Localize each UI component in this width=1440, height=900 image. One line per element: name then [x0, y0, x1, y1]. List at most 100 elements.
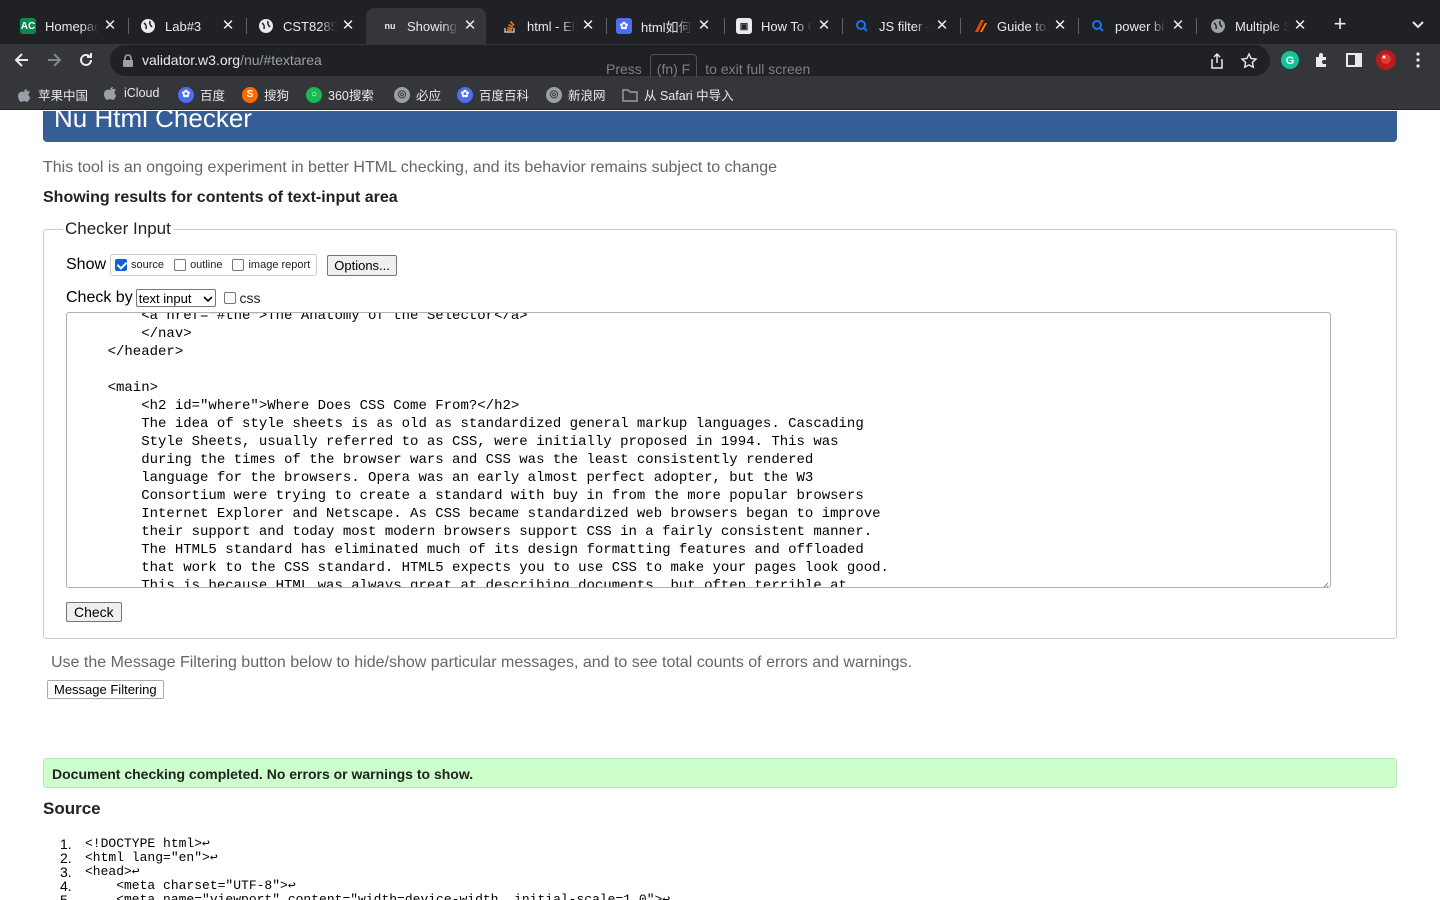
- source-line: 1. <!DOCTYPE html>↩: [60, 836, 670, 852]
- bookmark-sogou[interactable]: S 搜狗: [242, 85, 289, 104]
- bookmark-star-icon[interactable]: [1240, 52, 1258, 70]
- line-code: <!DOCTYPE html>↩: [85, 836, 210, 851]
- extensions-puzzle-icon[interactable]: [1312, 50, 1332, 70]
- bookmark-baidu-baike[interactable]: ✿ 百度百科: [457, 85, 529, 104]
- message-filtering-button[interactable]: Message Filtering: [47, 680, 164, 699]
- tab-html-howto[interactable]: ✿ html如何实现 ✕: [600, 8, 720, 44]
- close-icon[interactable]: ✕: [462, 18, 478, 34]
- textarea-line: [74, 361, 889, 379]
- chevron-down-icon: [203, 291, 214, 306]
- success-message: Document checking completed. No errors o…: [43, 758, 1397, 788]
- source-checkbox[interactable]: source: [115, 259, 164, 271]
- chevron-down-icon[interactable]: [1408, 14, 1428, 34]
- apple-icon: [102, 85, 118, 101]
- bookmark-baidu[interactable]: ✿ 百度: [178, 85, 225, 104]
- textarea-line: This is because HTML was always great at…: [74, 578, 847, 588]
- bookmark-360[interactable]: ○ 360搜索: [306, 85, 374, 104]
- globe-icon: [258, 18, 274, 34]
- results-heading: Showing results for contents of text-inp…: [43, 189, 398, 206]
- globe-icon: [1210, 18, 1226, 34]
- check-by-label: Check by: [66, 289, 133, 306]
- close-icon[interactable]: ✕: [696, 18, 712, 34]
- tab-cst8285[interactable]: CST8285 ✕: [242, 8, 364, 44]
- bookmark-bing[interactable]: ◎ 必应: [394, 85, 441, 104]
- line-code: <meta name="viewport" content="width=dev…: [85, 892, 671, 900]
- check-button[interactable]: Check: [66, 602, 122, 622]
- tab-title: Homepage: [45, 18, 98, 34]
- close-icon[interactable]: ✕: [934, 18, 950, 34]
- checkbox-unchecked[interactable]: [224, 292, 237, 304]
- forward-arrow-icon[interactable]: [44, 50, 64, 70]
- textarea-line: The HTML5 standard has eliminated much o…: [74, 542, 864, 558]
- tab-how-to-create[interactable]: ▣ How To Create ✕: [720, 8, 840, 44]
- kebab-menu-icon[interactable]: [1408, 50, 1428, 70]
- share-icon[interactable]: [1208, 52, 1226, 70]
- close-icon[interactable]: ✕: [580, 18, 596, 34]
- close-icon[interactable]: ✕: [1170, 18, 1186, 34]
- textarea-line: Style Sheets, usually referred to as CSS…: [74, 434, 839, 450]
- globe-icon: [140, 18, 156, 34]
- source-textarea[interactable]: <a href="#the">The Anatomy of the Select…: [66, 312, 1331, 588]
- textarea-line: <h2 id="where">Where Does CSS Come From?…: [74, 398, 520, 414]
- show-options-row: Show source outline image report Options…: [66, 254, 397, 276]
- textarea-line: </header>: [74, 344, 184, 360]
- line-code: <meta charset="UTF-8">↩: [85, 878, 296, 893]
- tab-lab3[interactable]: Lab#3 ✕: [124, 8, 244, 44]
- reload-icon[interactable]: [76, 50, 96, 70]
- options-button[interactable]: Options...: [327, 254, 397, 276]
- textarea-line: Consortium were trying to create a stand…: [74, 488, 864, 504]
- bookmark-safari-import[interactable]: 从 Safari 中导入: [622, 85, 734, 104]
- checkbox-checked[interactable]: [115, 259, 128, 271]
- resize-handle-icon[interactable]: [1321, 578, 1329, 587]
- tab-power-bi[interactable]: power bi ✕: [1074, 8, 1194, 44]
- sogou-icon: S: [242, 86, 258, 103]
- intro-text: This tool is an ongoing experiment in be…: [43, 159, 778, 176]
- page-content: Nu Html Checker This tool is an ongoing …: [0, 111, 1440, 900]
- source-line: 2. <html lang="en">↩: [60, 851, 670, 866]
- source-line: 3. <head>↩: [60, 865, 670, 880]
- bookmark-sina[interactable]: ◎ 新浪网: [546, 85, 606, 104]
- textarea-line: their support and today most modern brow…: [74, 524, 873, 540]
- header-banner: Nu Html Checker: [43, 111, 1397, 142]
- tab-guide-to[interactable]: Guide to ✕: [956, 8, 1076, 44]
- outline-checkbox[interactable]: outline: [174, 259, 222, 271]
- close-icon[interactable]: ✕: [1052, 18, 1068, 34]
- avatar[interactable]: [1376, 50, 1396, 70]
- textarea-line: <a href="#the">The Anatomy of the Select…: [74, 312, 528, 324]
- address-bar[interactable]: validator.w3.org/nu/#textarea Press (fn)…: [110, 45, 1270, 84]
- tab-html-element[interactable]: html - Element ✕: [486, 8, 604, 44]
- tab-title: JS filter -: [879, 18, 930, 34]
- tab-strip: AC Homepage ✕ Lab#3 ✕ CST8285 ✕ nu Showi…: [0, 0, 1440, 44]
- line-number: 5.: [60, 892, 72, 900]
- tab-multiple-select[interactable]: Multiple Se ✕: [1194, 8, 1316, 44]
- tab-title: html - Element: [527, 18, 576, 34]
- bookmark-apple-china[interactable]: 苹果中国: [16, 85, 88, 104]
- close-icon[interactable]: ✕: [1292, 18, 1308, 34]
- textarea-line: </nav>: [74, 326, 192, 342]
- css-checkbox[interactable]: css: [224, 290, 260, 306]
- checkbox-unchecked[interactable]: [232, 259, 245, 271]
- sidebar-icon[interactable]: [1344, 50, 1364, 70]
- bookmark-icloud[interactable]: iCloud: [102, 85, 159, 101]
- new-tab-button[interactable]: +: [1330, 13, 1350, 35]
- tab-showing-results[interactable]: nu Showing results ✕: [366, 8, 486, 44]
- back-arrow-icon[interactable]: [12, 50, 32, 70]
- image-report-checkbox[interactable]: image report: [232, 259, 310, 271]
- close-icon[interactable]: ✕: [220, 18, 236, 34]
- checkbox-unchecked[interactable]: [174, 259, 187, 271]
- textarea-line: The idea of style sheets is as old as st…: [74, 416, 864, 432]
- lock-icon: [122, 54, 134, 67]
- close-icon[interactable]: ✕: [340, 18, 356, 34]
- browser-toolbar: validator.w3.org/nu/#textarea Press (fn)…: [0, 44, 1440, 84]
- tab-js-filter[interactable]: JS filter - ✕: [838, 8, 958, 44]
- tab-title: html如何实现: [641, 19, 692, 35]
- show-label: Show: [66, 256, 107, 273]
- tab-homepage[interactable]: AC Homepage ✕: [4, 8, 126, 44]
- grammarly-icon[interactable]: G: [1280, 50, 1300, 70]
- close-icon[interactable]: ✕: [816, 18, 832, 34]
- filter-help-text: Use the Message Filtering button below t…: [51, 654, 912, 671]
- check-by-select[interactable]: text input: [135, 289, 217, 307]
- baidu-icon: ✿: [616, 18, 632, 34]
- close-icon[interactable]: ✕: [102, 18, 118, 34]
- tab-title: Showing results: [407, 18, 458, 34]
